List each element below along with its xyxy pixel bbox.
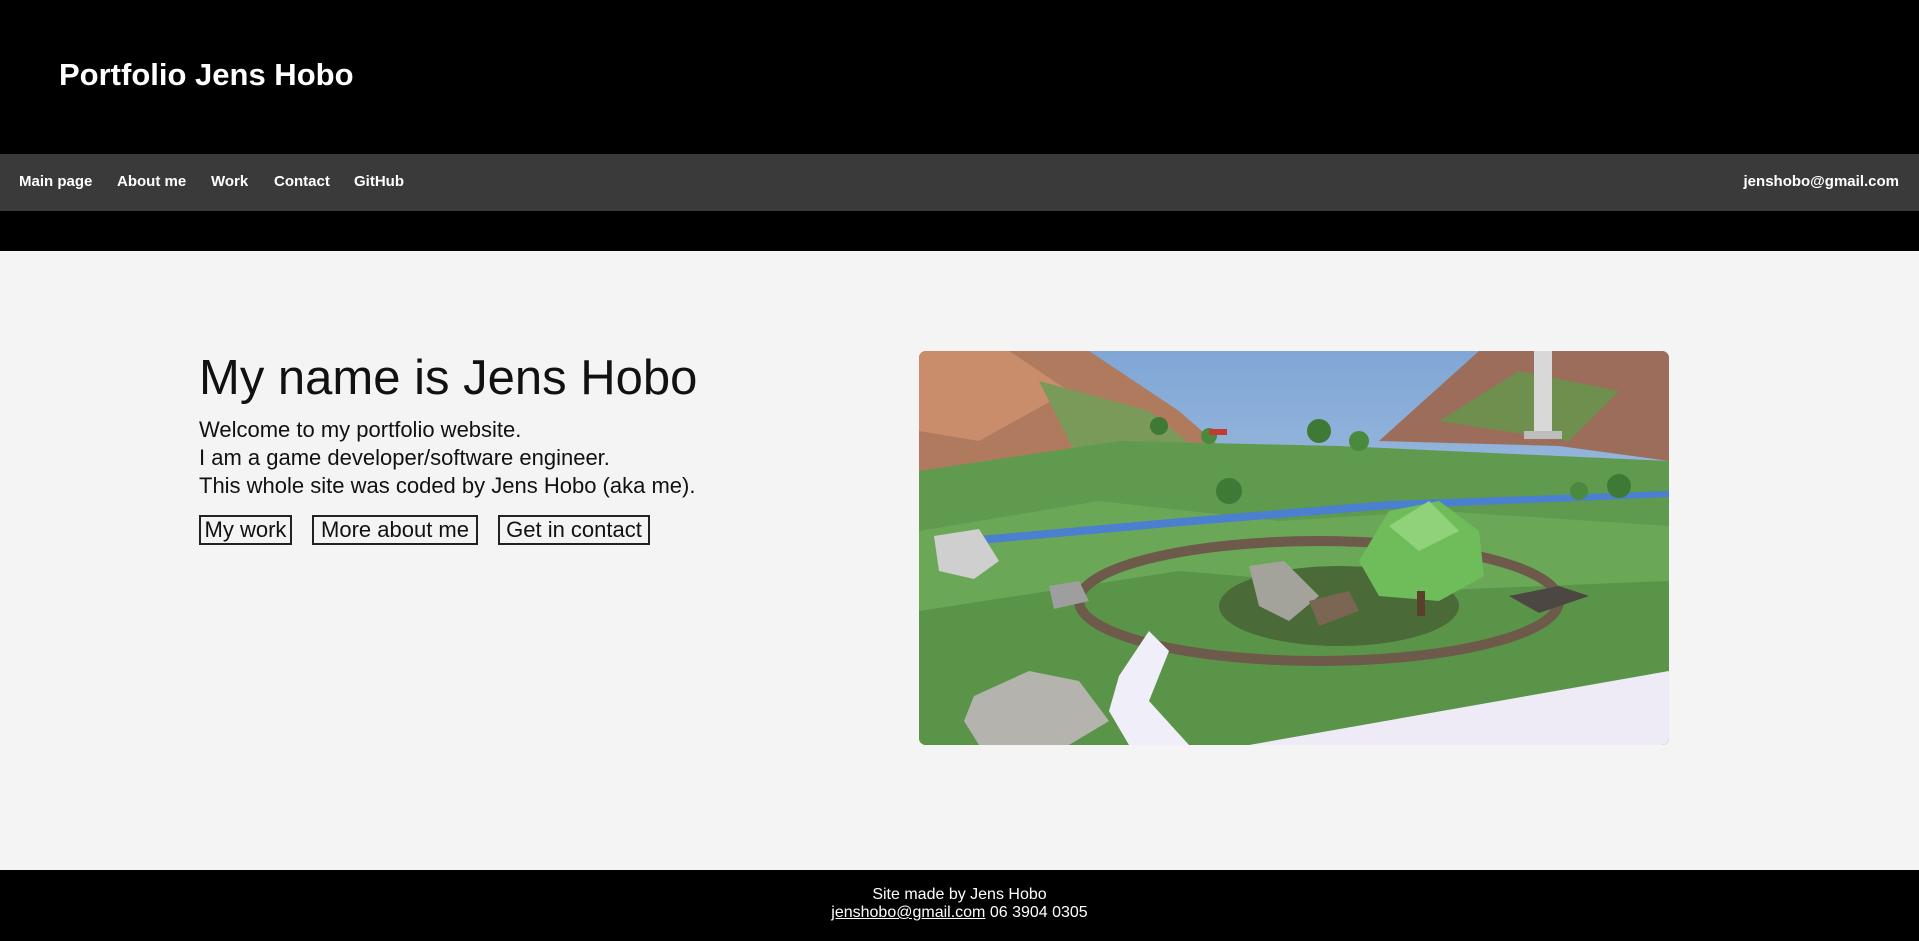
nav-work[interactable]: Work — [211, 173, 248, 191]
hero-line-coded: This whole site was coded by Jens Hobo (… — [199, 473, 696, 498]
hero-heading: My name is Jens Hobo — [199, 351, 698, 405]
site-title: Portfolio Jens Hobo — [59, 57, 354, 92]
get-in-contact-button[interactable]: Get in contact — [498, 515, 650, 545]
my-work-button[interactable]: My work — [199, 515, 292, 545]
hero-line-role: I am a game developer/software engineer. — [199, 445, 610, 470]
main-nav: Main page About me Work Contact GitHub j… — [0, 154, 1919, 211]
nav-github[interactable]: GitHub — [354, 173, 404, 191]
footer-credit: Site made by Jens Hobo — [872, 886, 1047, 903]
more-about-me-button[interactable]: More about me — [312, 515, 478, 545]
hero-line-welcome: Welcome to my portfolio website. — [199, 417, 522, 442]
site-footer: Site made by Jens Hobo jenshobo@gmail.co… — [0, 870, 1919, 941]
nav-email-link[interactable]: jenshobo@gmail.com — [1744, 173, 1899, 191]
footer-email-link[interactable]: jenshobo@gmail.com — [831, 904, 985, 921]
nav-contact[interactable]: Contact — [274, 173, 330, 191]
site-header: Portfolio Jens Hobo — [0, 0, 1919, 154]
footer-phone: 06 3904 0305 — [985, 904, 1088, 921]
nav-main-page[interactable]: Main page — [19, 173, 92, 191]
hero-intro: Welcome to my portfolio website. I am a … — [199, 416, 695, 500]
footer-contact: jenshobo@gmail.com 06 3904 0305 — [0, 903, 1919, 922]
hero-game-screenshot — [919, 351, 1669, 745]
nav-about-me[interactable]: About me — [117, 173, 186, 191]
header-band — [0, 211, 1919, 251]
